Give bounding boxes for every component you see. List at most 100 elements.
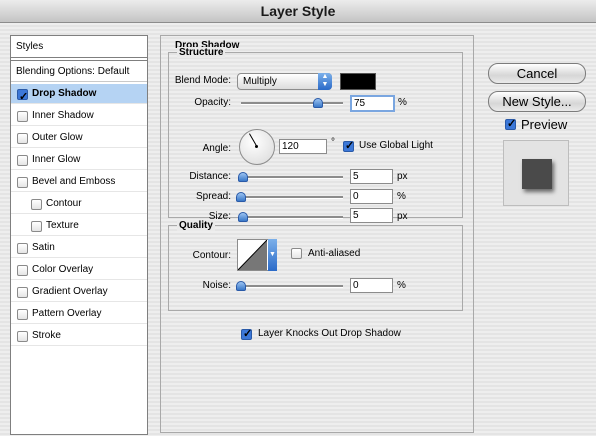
- style-item-label: Outer Glow: [32, 132, 83, 143]
- style-item-checkbox[interactable]: [17, 309, 28, 320]
- style-item-label: Contour: [46, 198, 82, 209]
- window-title: Layer Style: [0, 0, 596, 23]
- style-item-checkbox[interactable]: [17, 177, 28, 188]
- style-item-checkbox[interactable]: [17, 265, 28, 276]
- anti-aliased-label: Anti-aliased: [308, 248, 361, 259]
- noise-slider-track: [241, 285, 343, 288]
- use-global-light-checkbox[interactable]: [343, 139, 354, 152]
- style-item-label: Satin: [32, 242, 55, 253]
- style-item-label: Gradient Overlay: [32, 286, 108, 297]
- distance-slider[interactable]: [238, 172, 343, 182]
- blend-mode-select[interactable]: Multiply ▲ ▼: [237, 73, 332, 90]
- style-item-satin[interactable]: Satin: [11, 238, 147, 258]
- noise-label: Noise:: [202, 280, 231, 291]
- style-item-checkbox[interactable]: [31, 221, 42, 232]
- angle-input[interactable]: 120: [279, 139, 327, 154]
- style-item-contour[interactable]: Contour: [11, 194, 147, 214]
- preview-checkbox[interactable]: [505, 117, 516, 130]
- style-item-checkbox[interactable]: [17, 133, 28, 144]
- noise-unit: %: [397, 280, 406, 291]
- select-arrows-icon: ▲ ▼: [318, 73, 332, 90]
- preview-thumbnail: [503, 140, 569, 206]
- style-item-checkbox[interactable]: [17, 287, 28, 298]
- opacity-label: Opacity:: [194, 97, 231, 108]
- style-item-checkbox[interactable]: [17, 155, 28, 166]
- contour-picker[interactable]: ▼: [237, 239, 277, 271]
- shadow-color-swatch[interactable]: [340, 73, 376, 90]
- style-item-label: Bevel and Emboss: [32, 176, 116, 187]
- layer-knocks-out-checkbox[interactable]: [241, 327, 252, 340]
- noise-input[interactable]: 0: [350, 278, 393, 293]
- style-item-stroke[interactable]: Stroke: [11, 326, 147, 346]
- style-item-pattern-overlay[interactable]: Pattern Overlay: [11, 304, 147, 324]
- anti-aliased-checkbox[interactable]: [291, 248, 302, 259]
- contour-dropdown-arrow-icon[interactable]: ▼: [268, 239, 277, 271]
- new-style-button[interactable]: New Style...: [488, 91, 586, 112]
- quality-group: Quality Contour: ▼ Anti-aliased Noise: 0…: [168, 220, 463, 311]
- opacity-unit: %: [398, 97, 407, 108]
- blending-options-item[interactable]: Blending Options: Default: [11, 62, 147, 82]
- use-global-light-label: Use Global Light: [359, 140, 433, 151]
- size-input[interactable]: 5: [350, 208, 393, 223]
- opacity-slider-thumb[interactable]: [312, 98, 323, 108]
- linear-contour-icon: [238, 240, 267, 270]
- structure-group: Structure Blend Mode: Multiply ▲ ▼ Opacit…: [168, 47, 463, 223]
- angle-center-dot: [255, 145, 258, 148]
- layer-knocks-out-label: Layer Knocks Out Drop Shadow: [258, 328, 401, 339]
- preview-shadow-square: [522, 159, 552, 189]
- cancel-button[interactable]: Cancel: [488, 63, 586, 84]
- style-item-inner-shadow[interactable]: Inner Shadow: [11, 106, 147, 126]
- style-item-label: Inner Glow: [32, 154, 81, 165]
- style-item-gradient-overlay[interactable]: Gradient Overlay: [11, 282, 147, 302]
- style-item-checkbox[interactable]: [17, 331, 28, 342]
- preview-label: Preview: [521, 117, 568, 132]
- quality-title: Quality: [177, 220, 215, 231]
- style-item-texture[interactable]: Texture: [11, 216, 147, 236]
- blend-mode-label: Blend Mode:: [174, 75, 231, 86]
- style-item-color-overlay[interactable]: Color Overlay: [11, 260, 147, 280]
- spread-label: Spread:: [195, 191, 231, 202]
- size-slider[interactable]: [238, 212, 343, 222]
- style-item-outer-glow[interactable]: Outer Glow: [11, 128, 147, 148]
- angle-label: Angle:: [202, 143, 231, 154]
- blend-mode-value: Multiply: [243, 76, 277, 87]
- contour-label: Contour:: [192, 250, 231, 261]
- style-item-bevel-and-emboss[interactable]: Bevel and Emboss: [11, 172, 147, 192]
- size-unit: px: [397, 211, 408, 222]
- styles-header[interactable]: Styles: [11, 36, 147, 58]
- opacity-slider[interactable]: [241, 98, 343, 108]
- angle-dial[interactable]: [239, 129, 275, 165]
- spread-unit: %: [397, 191, 406, 202]
- styles-divider: [11, 60, 147, 61]
- style-item-label: Pattern Overlay: [32, 308, 102, 319]
- spread-slider-track: [241, 196, 343, 199]
- styles-list: Styles Blending Options: Default Drop Sh…: [10, 35, 148, 435]
- spread-slider[interactable]: [236, 192, 343, 202]
- style-item-label: Inner Shadow: [32, 110, 94, 121]
- style-item-checkbox[interactable]: [17, 243, 28, 254]
- distance-slider-thumb[interactable]: [238, 172, 249, 182]
- dialog-content: Styles Blending Options: Default Drop Sh…: [0, 23, 596, 436]
- style-item-checkbox[interactable]: [17, 87, 28, 107]
- noise-slider-thumb[interactable]: [236, 281, 246, 291]
- size-slider-thumb[interactable]: [238, 212, 249, 222]
- distance-unit: px: [397, 171, 408, 182]
- structure-title: Structure: [177, 47, 226, 58]
- style-item-label: Color Overlay: [32, 264, 94, 275]
- style-item-label: Stroke: [32, 330, 61, 341]
- distance-input[interactable]: 5: [350, 169, 393, 184]
- style-item-checkbox[interactable]: [31, 199, 42, 210]
- distance-slider-track: [241, 176, 343, 179]
- spread-slider-thumb[interactable]: [236, 192, 246, 202]
- style-item-label: Texture: [46, 220, 79, 231]
- opacity-input[interactable]: 75: [350, 95, 395, 112]
- spread-input[interactable]: 0: [350, 189, 393, 204]
- distance-label: Distance:: [189, 171, 231, 182]
- style-item-checkbox[interactable]: [17, 111, 28, 122]
- noise-slider[interactable]: [236, 281, 343, 291]
- size-slider-track: [241, 216, 343, 219]
- drop-shadow-panel: Drop Shadow Structure Blend Mode: Multip…: [160, 35, 474, 433]
- style-item-label: Drop Shadow: [32, 88, 97, 99]
- style-item-drop-shadow[interactable]: Drop Shadow: [11, 84, 147, 107]
- style-item-inner-glow[interactable]: Inner Glow: [11, 150, 147, 170]
